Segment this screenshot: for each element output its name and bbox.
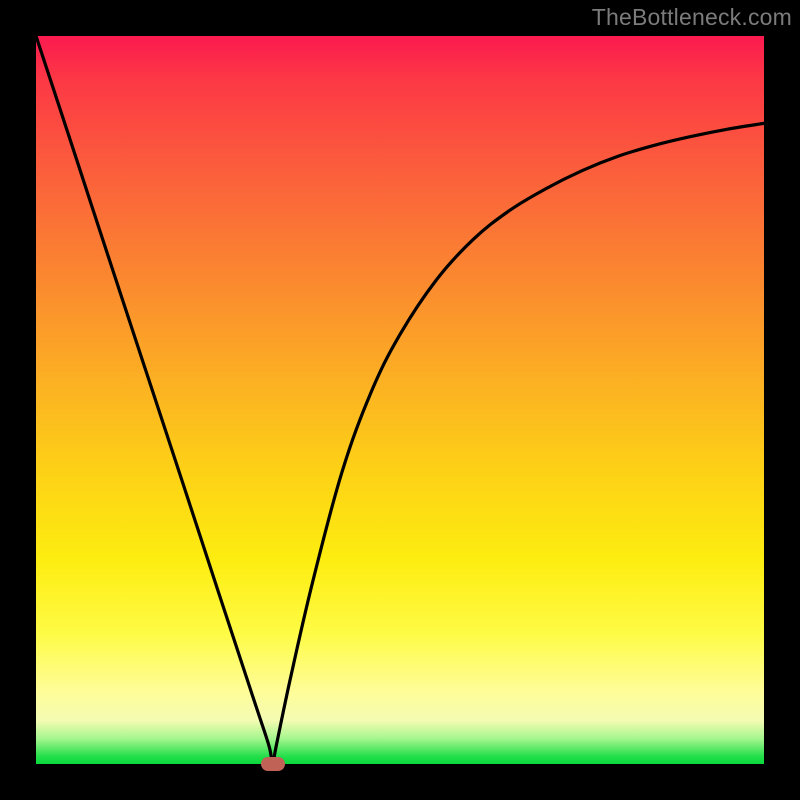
minimum-marker <box>261 757 285 771</box>
watermark-text: TheBottleneck.com <box>592 4 792 31</box>
bottleneck-curve <box>36 36 764 764</box>
curve-svg <box>36 36 764 764</box>
chart-container: TheBottleneck.com <box>0 0 800 800</box>
